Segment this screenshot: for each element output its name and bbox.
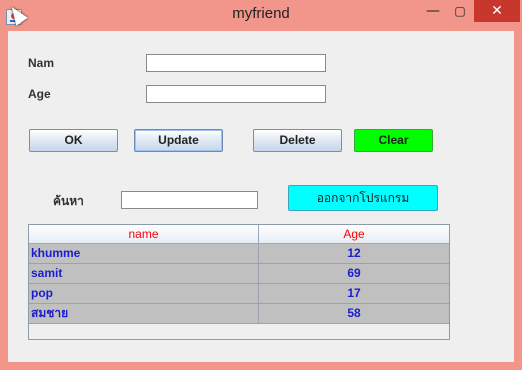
cell-name: สมชาย	[29, 304, 259, 323]
cell-age: 58	[347, 306, 361, 320]
name-input[interactable]	[146, 54, 326, 72]
cell-name: samit	[29, 264, 259, 283]
app-window: myfriend — ▢ ✕ Nam Age OK Update Delete …	[0, 0, 522, 370]
cell-name: pop	[29, 284, 259, 303]
clear-button[interactable]: Clear	[354, 129, 433, 152]
table-row[interactable]: สมชาย 58	[29, 304, 449, 324]
name-label: Nam	[28, 56, 55, 70]
table-row[interactable]: samit 69	[29, 264, 449, 284]
close-button[interactable]: ✕	[474, 0, 520, 22]
search-label: ค้นหา	[53, 194, 84, 208]
search-input[interactable]	[121, 191, 258, 209]
minimize-button[interactable]: —	[420, 0, 446, 22]
table-header: name Age	[29, 225, 449, 244]
cell-age: 12	[347, 246, 361, 260]
delete-button[interactable]: Delete	[253, 129, 342, 152]
table-row[interactable]: khumme 12	[29, 244, 449, 264]
title-bar[interactable]: myfriend — ▢ ✕	[0, 0, 522, 32]
cell-age: 17	[347, 286, 361, 300]
table-row[interactable]: pop 17	[29, 284, 449, 304]
column-header-age[interactable]: Age	[259, 225, 449, 243]
age-input[interactable]	[146, 85, 326, 103]
age-label: Age	[28, 87, 51, 101]
cell-age: 69	[347, 266, 361, 280]
update-button[interactable]: Update	[134, 129, 223, 152]
content-panel: Nam Age OK Update Delete Clear ค้นหา ออก…	[8, 31, 514, 362]
column-header-name[interactable]: name	[29, 225, 259, 243]
exit-program-button[interactable]: ออกจากโปรแกรม	[288, 185, 438, 211]
friends-table[interactable]: name Age khumme 12 samit 69 pop 17 สมชาย	[28, 224, 450, 340]
maximize-button[interactable]: ▢	[447, 0, 473, 22]
cell-name: khumme	[29, 244, 259, 263]
ok-button[interactable]: OK	[29, 129, 118, 152]
table-body: khumme 12 samit 69 pop 17 สมชาย 58	[29, 244, 449, 324]
